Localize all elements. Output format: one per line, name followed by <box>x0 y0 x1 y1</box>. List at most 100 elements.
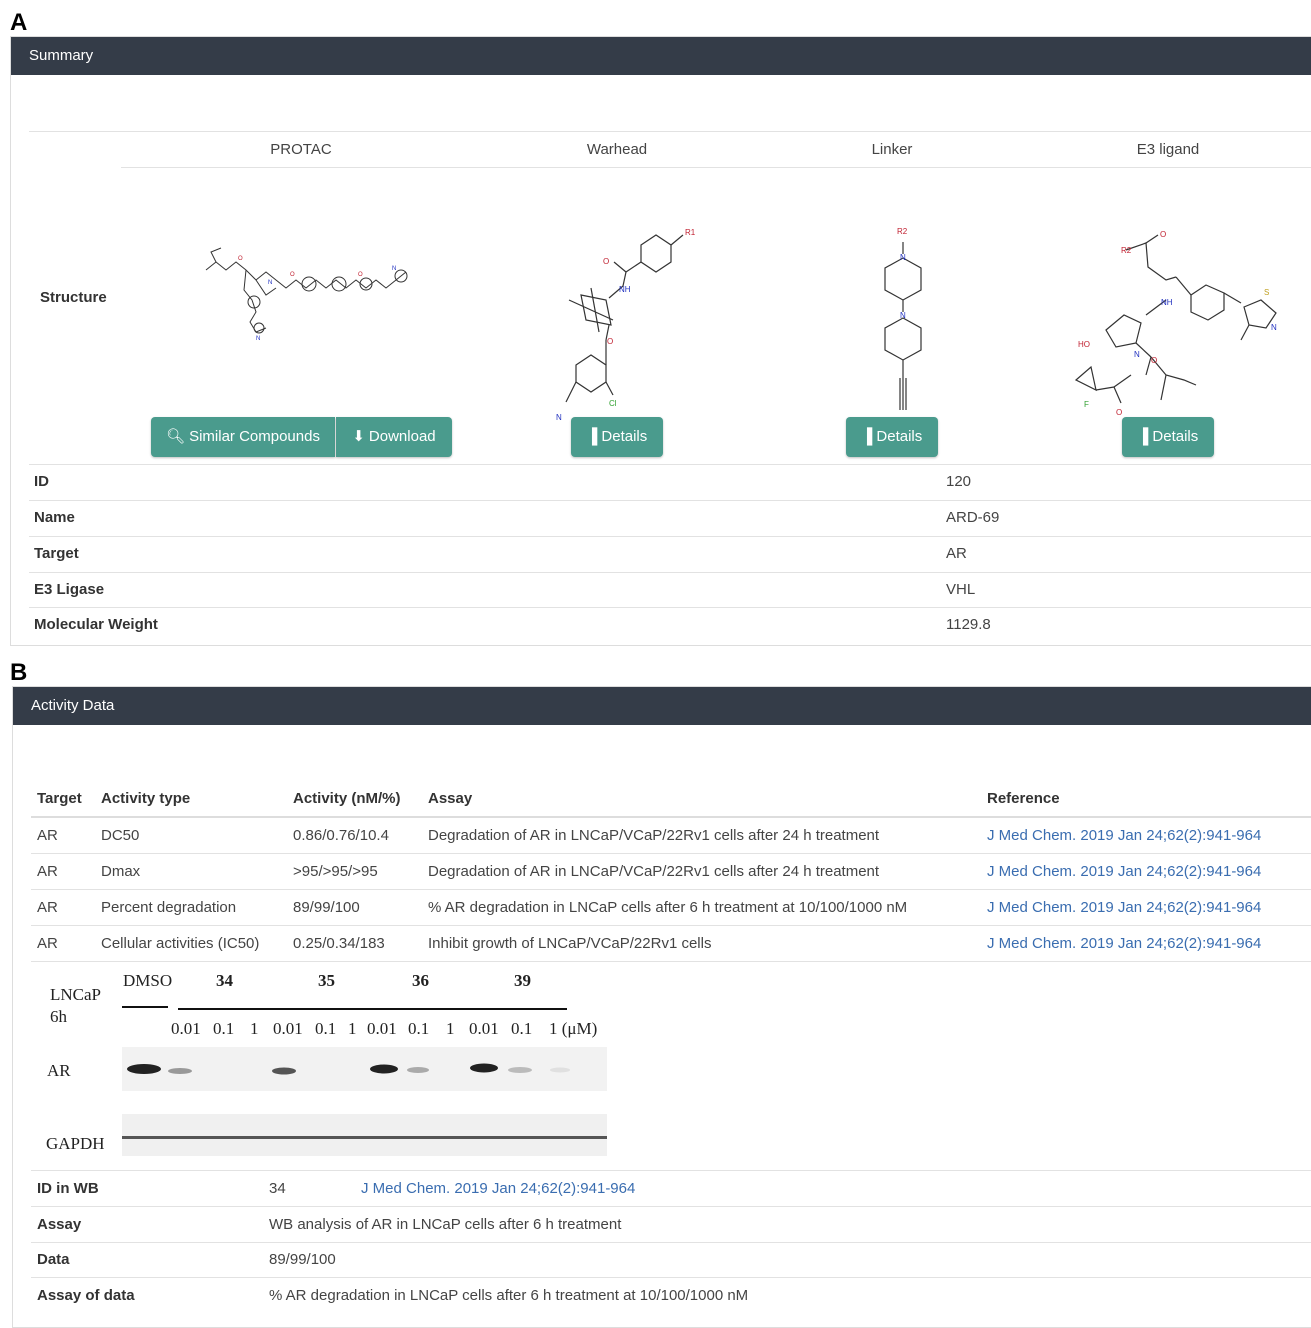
table-row: AR Cellular activities (IC50) 0.25/0.34/… <box>31 925 1311 962</box>
nitrogen-label: N <box>1134 350 1140 359</box>
nitrogen-label: N <box>1271 323 1277 332</box>
cell-activity-type: DC50 <box>95 817 287 854</box>
wb-dose: 1 <box>446 1019 455 1038</box>
svg-text:O: O <box>238 256 243 262</box>
wb-dose: 0.01 <box>171 1019 201 1038</box>
header-assay: Assay <box>422 780 981 818</box>
e3-ligase-label: E3 Ligase <box>34 581 105 598</box>
svg-text:O: O <box>358 272 363 278</box>
header-activity-type: Activity type <box>95 780 287 818</box>
wb-dose: 0.1 <box>315 1019 337 1038</box>
reference-link[interactable]: J Med Chem. 2019 Jan 24;62(2):941-964 <box>987 935 1261 952</box>
header-reference: Reference <box>981 780 1311 818</box>
warhead-details-button[interactable]: ▐ Details <box>571 417 663 457</box>
protac-structure-image: O O O N N N <box>205 247 408 342</box>
details-label: Details <box>876 428 923 445</box>
nitrogen-label: N <box>556 413 562 422</box>
cell-assay: % AR degradation in LNCaP cells after 6 … <box>422 889 981 926</box>
reference-link[interactable]: J Med Chem. 2019 Jan 24;62(2):941-964 <box>987 827 1261 844</box>
oxygen-label: O <box>1160 230 1166 239</box>
cell-assay: Inhibit growth of LNCaP/VCaP/22Rv1 cells <box>422 925 981 962</box>
nitrogen-label: N <box>900 253 906 262</box>
oxygen-label: O <box>607 337 613 346</box>
id-in-wb-label: ID in WB <box>37 1180 99 1197</box>
cell-activity: 0.86/0.76/10.4 <box>287 817 422 854</box>
assay-of-data-value: % AR degradation in LNCaP cells after 6 … <box>269 1287 749 1304</box>
panel-a-letter: A <box>10 9 28 36</box>
reference-link[interactable]: J Med Chem. 2019 Jan 24;62(2):941-964 <box>987 899 1261 916</box>
divider <box>31 1242 1311 1243</box>
divider <box>31 1170 1311 1171</box>
wb-ar-blot-image <box>122 1047 607 1091</box>
wb-reference-link[interactable]: J Med Chem. 2019 Jan 24;62(2):941-964 <box>361 1180 635 1197</box>
divider <box>29 536 1311 537</box>
wb-data-value: 89/99/100 <box>269 1251 336 1268</box>
cell-target: AR <box>31 817 95 854</box>
divider <box>31 1277 1311 1278</box>
reference-link[interactable]: J Med Chem. 2019 Jan 24;62(2):941-964 <box>987 863 1261 880</box>
divider <box>29 607 1311 608</box>
e3-ligand-structure-image: R2 O NH S N HO N F O O <box>1074 230 1277 417</box>
target-value: AR <box>946 545 967 562</box>
cell-activity: 89/99/100 <box>287 889 422 926</box>
wb-cell-line: LNCaP <box>50 985 101 1004</box>
cell-activity-type: Cellular activities (IC50) <box>95 925 287 962</box>
bar-chart-icon: ▐ <box>861 428 873 445</box>
id-in-wb-value: 34 <box>269 1180 286 1197</box>
wb-dose: 0.01 <box>367 1019 397 1038</box>
bar-chart-icon: ▐ <box>1137 428 1149 445</box>
fluorine-label: F <box>1084 400 1089 409</box>
r1-label: R1 <box>685 228 696 237</box>
cell-activity-type: Percent degradation <box>95 889 287 926</box>
wb-group-36: 36 <box>412 971 429 990</box>
wb-assay-value: WB analysis of AR in LNCaP cells after 6… <box>269 1216 622 1233</box>
cell-activity: 0.25/0.34/183 <box>287 925 422 962</box>
summary-panel: Summary PROTAC Warhead Linker E3 ligand … <box>10 36 1311 646</box>
divider <box>29 464 1311 465</box>
details-label: Details <box>1152 428 1199 445</box>
cell-activity: >95/>95/>95 <box>287 853 422 890</box>
activity-header: Activity Data <box>13 687 1311 725</box>
oxygen-label: O <box>1151 356 1157 365</box>
panel-b-letter: B <box>10 659 28 686</box>
name-label: Name <box>34 509 75 526</box>
wb-dose: 1 <box>250 1019 259 1038</box>
table-header-row: Target Activity type Activity (nM/%) Ass… <box>31 780 1311 818</box>
wb-group-34: 34 <box>216 971 233 990</box>
wb-assay-label: Assay <box>37 1216 82 1233</box>
table-row: AR Percent degradation 89/99/100 % AR de… <box>31 889 1311 926</box>
structure-label: Structure <box>40 289 107 306</box>
divider <box>29 572 1311 573</box>
wb-dose: 0.01 <box>469 1019 499 1038</box>
similar-compounds-button[interactable]: 🔍︎ Similar Compounds <box>151 417 335 457</box>
wb-dose: 0.1 <box>511 1019 533 1038</box>
wb-dose: 0.1 <box>213 1019 235 1038</box>
wb-dose: 0.01 <box>273 1019 303 1038</box>
activity-table: Target Activity type Activity (nM/%) Ass… <box>31 780 1311 962</box>
details-label: Details <box>601 428 648 445</box>
download-button[interactable]: ⬇︎ Download <box>336 417 452 457</box>
wb-time: 6h <box>50 1007 67 1026</box>
table-row: AR Dmax >95/>95/>95 Degradation of AR in… <box>31 853 1311 890</box>
chlorine-label: Cl <box>609 399 617 408</box>
e3-ligand-details-button[interactable]: ▐ Details <box>1122 417 1214 457</box>
wb-dose: 1 <box>348 1019 357 1038</box>
r2-label: R2 <box>1121 246 1132 255</box>
wb-group-dmso: DMSO <box>123 971 173 990</box>
column-e3-ligand: E3 ligand <box>1136 141 1200 158</box>
cell-target: AR <box>31 853 95 890</box>
header-target: Target <box>31 780 95 818</box>
oxygen-label: O <box>1116 408 1122 417</box>
target-label: Target <box>34 545 79 562</box>
svg-text:N: N <box>256 336 260 342</box>
id-value: 120 <box>946 473 972 490</box>
cell-target: AR <box>31 925 95 962</box>
linker-details-button[interactable]: ▐ Details <box>846 417 938 457</box>
molecular-weight-label: Molecular Weight <box>34 616 158 633</box>
nitrogen-label: N <box>900 311 906 320</box>
similar-compounds-label: Similar Compounds <box>189 428 320 445</box>
svg-text:N: N <box>392 266 396 272</box>
wb-dose: 0.1 <box>408 1019 430 1038</box>
linker-structure-image: R2 N N R1 <box>884 227 922 426</box>
cell-assay: Degradation of AR in LNCaP/VCaP/22Rv1 ce… <box>422 817 981 854</box>
